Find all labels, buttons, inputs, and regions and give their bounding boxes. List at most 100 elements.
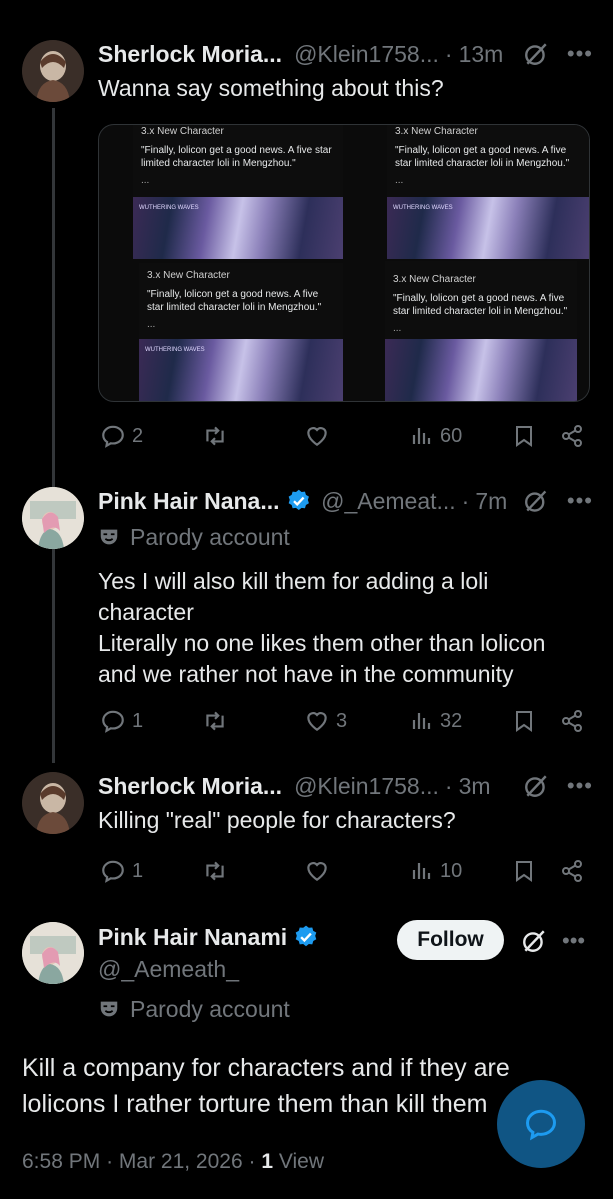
views-count: 32 — [440, 709, 463, 732]
repost-icon — [206, 861, 224, 881]
more-icon[interactable]: ••• — [567, 41, 593, 67]
grok-icon[interactable] — [523, 773, 549, 799]
share-button[interactable] — [560, 424, 584, 448]
views-count: 60 — [440, 424, 463, 447]
avatar[interactable] — [22, 40, 84, 102]
media-image[interactable]: 3.x New Character "Finally, lolicon get … — [98, 124, 590, 402]
text-line: Kill a company for characters and if the… — [22, 1054, 510, 1082]
media-tile: 3.x New Character "Finally, lolicon get … — [133, 125, 343, 259]
like-icon — [307, 862, 327, 881]
reply-count: 2 — [132, 424, 144, 447]
reply-button[interactable]: 2 — [100, 423, 143, 449]
tweet-text: Wanna say something about this? — [98, 75, 444, 101]
media-title: 3.x New Character — [147, 270, 230, 281]
views-label: View — [278, 1150, 324, 1173]
like-button[interactable] — [304, 858, 330, 884]
follow-button[interactable]: Follow — [397, 920, 504, 960]
media-ellipsis: ... — [393, 323, 402, 334]
display-name[interactable]: Pink Hair Nana... — [98, 488, 280, 515]
tweet[interactable]: Sherlock Moria... @Klein1758... · 3m •••… — [98, 769, 593, 836]
like-button[interactable]: 3 — [304, 708, 347, 734]
timestamp[interactable]: 7m — [475, 488, 507, 515]
avatar[interactable] — [22, 922, 84, 984]
like-count: 3 — [336, 709, 348, 732]
parody-mask-icon — [100, 529, 118, 545]
reply-button[interactable]: 1 — [100, 708, 143, 734]
more-icon[interactable]: ••• — [562, 928, 585, 954]
repost-button[interactable] — [202, 708, 228, 734]
more-icon[interactable]: ••• — [567, 488, 593, 514]
compose-icon — [525, 1109, 557, 1141]
share-button[interactable] — [560, 859, 584, 883]
parody-text: Parody account — [130, 523, 290, 550]
media-title: 3.x New Character — [395, 126, 478, 137]
share-icon — [562, 860, 582, 882]
separator-dot: · — [248, 1150, 262, 1173]
display-name[interactable]: Pink Hair Nanami — [98, 924, 287, 951]
tweet-actions: 2 60 — [98, 418, 589, 454]
grok-icon[interactable] — [521, 928, 547, 954]
tweet-actions: 1 10 — [98, 853, 589, 889]
bookmark-icon — [516, 861, 532, 882]
reply-button[interactable]: 1 — [100, 858, 143, 884]
more-icon[interactable]: ••• — [567, 773, 593, 799]
avatar[interactable] — [22, 772, 84, 834]
like-button[interactable] — [304, 423, 330, 449]
avatar[interactable] — [22, 487, 84, 549]
timestamp[interactable]: 13m — [459, 41, 504, 68]
views-count: 1 — [261, 1150, 273, 1173]
views-button[interactable]: 60 — [410, 424, 462, 448]
bookmark-button[interactable] — [512, 423, 536, 449]
separator-dot: · — [106, 1150, 119, 1173]
media-quote: "Finally, lolicon get a good news. A fiv… — [393, 293, 568, 317]
bookmark-icon — [516, 711, 532, 732]
handle[interactable]: @_Aemeat... — [321, 488, 456, 515]
tweet-meta: 6:58 PM · Mar 21, 2026 · 1 View — [22, 1150, 324, 1174]
display-name[interactable]: Sherlock Moria... — [98, 41, 282, 68]
media-art — [385, 339, 577, 401]
bookmark-button[interactable] — [512, 858, 536, 884]
parody-label: Parody account — [98, 992, 473, 1026]
grok-icon[interactable] — [523, 488, 549, 514]
handle[interactable]: @Klein1758... — [294, 773, 439, 800]
views-button[interactable]: 10 — [410, 859, 462, 883]
timestamp[interactable]: 3m — [459, 773, 491, 800]
media-ellipsis: ... — [147, 319, 156, 330]
share-icon — [562, 425, 582, 447]
media-quote: "Finally, lolicon get a good news. A fiv… — [395, 145, 570, 169]
media-title: 3.x New Character — [141, 126, 224, 137]
repost-button[interactable] — [202, 423, 228, 449]
repost-icon — [206, 711, 224, 731]
separator-dot: · — [444, 772, 453, 799]
views-icon — [412, 713, 431, 729]
verified-icon — [288, 489, 309, 511]
views-count: 10 — [440, 859, 463, 882]
tweet[interactable]: Sherlock Moria... @Klein1758... · 13m ••… — [98, 37, 593, 104]
bookmark-button[interactable] — [512, 708, 536, 734]
media-logo: WUTHERING WAVES — [393, 205, 453, 211]
verified-icon — [295, 925, 317, 947]
handle[interactable]: @_Aemeath_ — [98, 956, 239, 983]
handle[interactable]: @Klein1758... — [294, 41, 439, 68]
repost-button[interactable] — [202, 858, 228, 884]
tweet-date[interactable]: Mar 21, 2026 — [119, 1150, 243, 1173]
grok-icon[interactable] — [523, 41, 549, 67]
media-tile: 3.x New Character "Finally, lolicon get … — [139, 263, 343, 401]
display-name[interactable]: Sherlock Moria... — [98, 773, 282, 800]
parody-text: Parody account — [130, 995, 290, 1022]
media-quote: "Finally, lolicon get a good news. A fiv… — [141, 145, 332, 169]
media-logo: WUTHERING WAVES — [145, 347, 205, 353]
tweet-actions: 1 3 32 — [98, 703, 589, 739]
media-ellipsis: ... — [141, 175, 150, 186]
compose-button[interactable] — [497, 1080, 585, 1168]
tweet[interactable]: Pink Hair Nana... @_Aemeat... · 7m ••• P… — [98, 484, 593, 690]
tweet-time[interactable]: 6:58 PM — [22, 1150, 100, 1173]
share-button[interactable] — [560, 709, 584, 733]
bookmark-icon — [516, 426, 532, 447]
views-button[interactable]: 32 — [410, 709, 462, 733]
repost-icon — [206, 426, 224, 446]
media-logo: WUTHERING WAVES — [139, 205, 199, 211]
text-line: Literally no one likes them other than l… — [98, 630, 546, 656]
reply-icon — [102, 425, 124, 448]
media-title: 3.x New Character — [393, 274, 476, 285]
